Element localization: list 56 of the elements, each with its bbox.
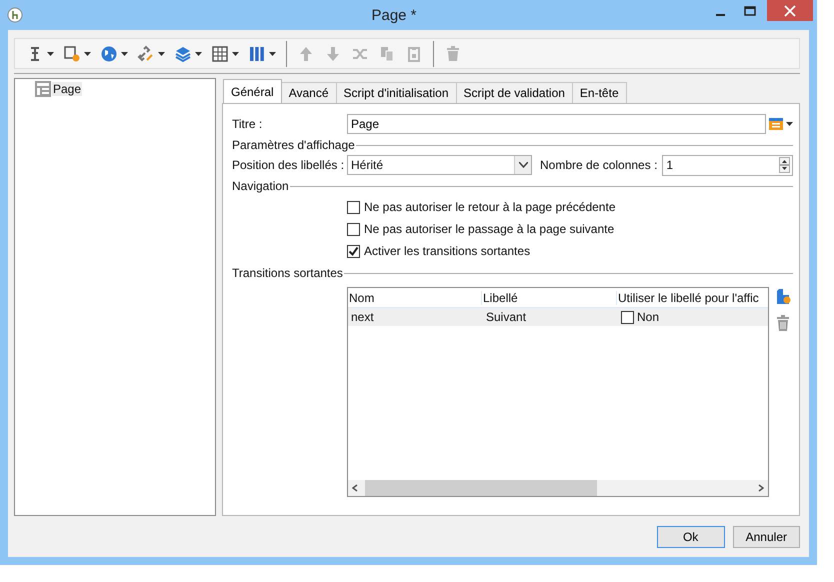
caret-icon [195,52,202,56]
down-icon [324,44,342,62]
close-icon [784,4,796,16]
maximize-icon [744,6,756,16]
app-icon [7,7,23,23]
table-cell-text: next [350,310,375,324]
window-title: Page * [370,6,418,24]
cancel-button[interactable]: Annuler [732,526,800,548]
field-label: Titre : [232,117,264,131]
horizontal-scrollbar[interactable] [348,480,768,496]
close-button[interactable] [767,0,813,21]
section-heading: Paramètres d'affichage [232,138,355,152]
caret-icon [121,52,128,56]
section-heading: Transitions sortantes [232,266,343,280]
columns-icon [248,44,266,62]
table-cell-text: Suivant [485,310,528,324]
section-heading: Navigation [232,179,289,193]
title-field[interactable]: Page [347,114,766,134]
paste-icon [405,44,423,62]
list-icon [769,117,783,131]
checkbox[interactable] [347,222,360,236]
ok-button[interactable]: Ok [656,526,725,548]
field-label: Position des libellés : [232,158,346,172]
caret-icon [158,52,165,56]
checkbox[interactable] [621,310,634,324]
field-label: Nombre de colonnes : [540,158,658,172]
caret-icon [269,52,276,56]
spin-arrows-icon[interactable] [779,157,790,173]
column-header[interactable]: Nom [348,290,482,304]
checkbox-label: Ne pas autoriser le passage à la page suivante [364,222,614,236]
layout-icon [35,81,51,97]
up-icon [297,44,315,62]
columns-spinbox[interactable]: 1 [662,154,793,176]
grid-icon [211,44,229,62]
table-cell: Non [637,310,660,324]
label-position-dropdown[interactable]: Hérité [347,155,532,175]
trash-icon [444,44,462,62]
globe-icon [100,44,118,62]
minimize-icon [716,14,724,16]
table-row[interactable]: next Suivant Non [348,308,768,326]
scroll-left-icon[interactable] [351,484,359,492]
column-header[interactable]: Utiliser le libellé pour l'affic [617,290,768,304]
scroll-right-icon[interactable] [757,484,765,492]
caret-icon [47,52,54,56]
caret-icon [786,122,793,126]
tab[interactable]: En-tête [572,82,627,103]
picker-button[interactable] [766,117,793,131]
caret-icon [84,52,91,56]
caret-icon [232,52,239,56]
checkbox[interactable] [347,244,360,258]
layers-icon [174,44,192,62]
checkbox[interactable] [347,200,360,214]
tab[interactable]: Général [223,79,282,103]
checkbox-label: Activer les transitions sortantes [364,244,530,258]
column-header[interactable]: Libellé [482,290,617,304]
checkbox-label: Ne pas autoriser le retour à la page précédente [364,200,616,214]
